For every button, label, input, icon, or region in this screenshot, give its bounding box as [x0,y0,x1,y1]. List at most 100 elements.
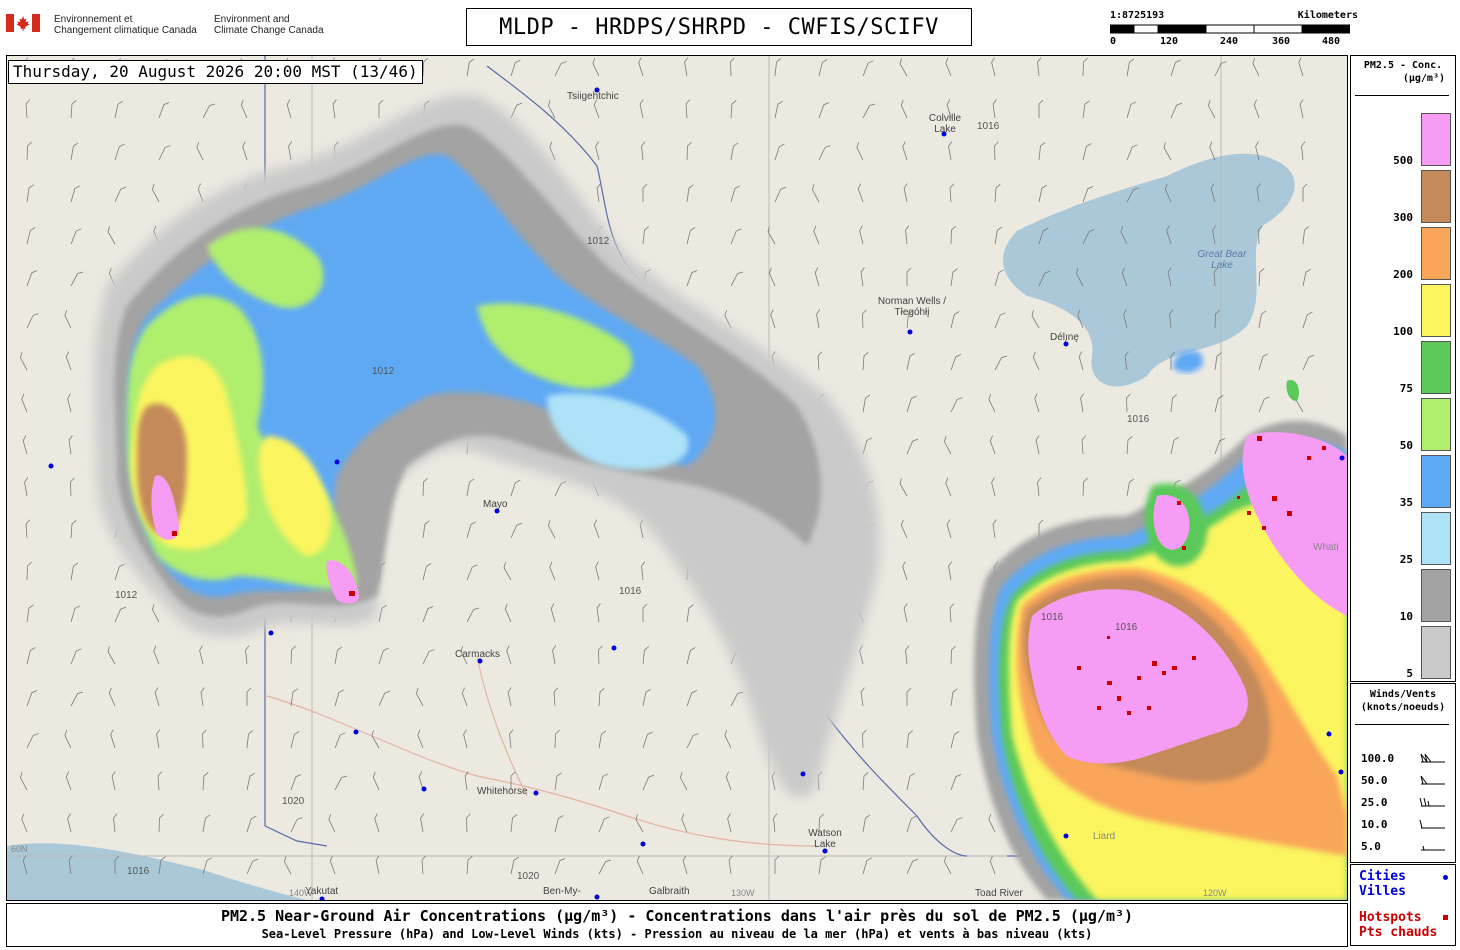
legend-label-10: 10 [1399,610,1413,623]
winds-legend-title: Winds/Vents (knots/noeuds) [1351,688,1455,714]
map-layers [7,56,1347,900]
agency-name-en: Environment and Climate Change Canada [214,14,324,36]
agency-en-line1: Environment and [214,14,290,25]
legend-swatch-300 [1421,170,1451,223]
model-title: MLDP - HRDPS/SHRPD - CWFIS/SCIFV [466,8,972,46]
place-label: Galbraith [649,886,690,897]
forecast-timestamp: Thursday, 20 August 2026 20:00 MST (13/4… [8,60,423,84]
meridian-label: 120W [1203,888,1227,898]
legend-swatch-5 [1421,626,1451,679]
pm25-legend: PM2.5 - Conc. (µg/m³) 500 300 200 100 75 50 35… [1350,55,1456,682]
legend-swatch-10 [1421,569,1451,622]
legend-swatch-200 [1421,227,1451,280]
scale-tick-3: 360 [1272,36,1291,47]
place-label: Tsiigehtchic [567,91,619,102]
winds-title-line2: (knots/noeuds) [1360,702,1446,713]
meridian-label: 130W [731,888,755,898]
legend-swatch-25 [1421,512,1451,565]
wind-speed-label: 50.0 [1361,774,1388,787]
map-caption: PM2.5 Near-Ground Air Concentrations (µg… [6,903,1348,947]
parallel-label: 60N [11,844,28,854]
legend-divider [1355,95,1449,96]
place-label: Norman Wells / Tłegóhłį [877,296,947,318]
markers-legend: Cities Villes Hotspots Pts chauds [1350,864,1456,946]
hotspot-square-icon [1443,915,1448,920]
map-canvas[interactable]: Tsiigehtchic Colville Lake Norman Wells … [6,55,1348,901]
legend-swatch-100 [1421,284,1451,337]
isobar-label: 1012 [372,366,395,377]
scale-tick-2: 240 [1220,36,1239,47]
isobar-label: 1012 [115,590,138,601]
place-label: Liard [1093,831,1116,842]
scale-tick-0: 0 [1110,36,1117,47]
agency-name-fr: Environnement et Changement climatique C… [54,14,197,36]
agency-fr-line1: Environnement et [54,14,133,25]
wind-speed-label: 5.0 [1361,840,1381,853]
legend-label-200: 200 [1393,268,1413,281]
place-label: Whitehorse [477,786,528,797]
isobar-label: 1016 [1041,612,1064,623]
winds-legend: Winds/Vents (knots/noeuds) 100.0 50.0 25… [1350,683,1456,863]
isobar-label: 1012 [587,236,610,247]
city-dot-icon [1443,875,1448,880]
hotspots-legend-label-fr: Pts chauds [1359,925,1438,940]
caption-line2: Sea-Level Pressure (hPa) and Low-Level W… [261,927,1093,941]
cities-legend-label-en: Cities [1359,869,1406,884]
legend-swatch-500 [1421,113,1451,166]
scale-tick-1: 120 [1160,36,1179,47]
legend-label-5: 5 [1406,667,1413,680]
place-label: Mayo [483,499,508,510]
scale-bar: 1:8725193 Kilometers 0 120 240 360 480 [1110,10,1358,50]
place-label: Ben-My- [543,886,581,897]
canada-flag-icon [6,14,40,32]
wind-row-5: 5.0 [1361,840,1381,853]
meridian-label: 140W [289,888,313,898]
isobar-label: 1016 [1127,414,1150,425]
lake-label: Great Bear Lake [1197,249,1247,271]
wind-row-100: 100.0 [1361,752,1394,765]
legend-swatch-50 [1421,398,1451,451]
wind-row-10: 10.0 [1361,818,1388,831]
isobar-label: 1016 [1115,622,1138,633]
agency-en-line2: Climate Change Canada [214,25,324,36]
wind-speed-label: 25.0 [1361,796,1388,809]
agency-fr-line2: Changement climatique Canada [54,25,197,36]
isobar-label: 1016 [619,586,642,597]
legend-label-100: 100 [1393,325,1413,338]
isobar-label: 1016 [977,121,1000,132]
wind-row-25: 25.0 [1361,796,1388,809]
place-label: Délı̨nę [1050,332,1079,343]
isobar-label: 1020 [282,796,305,807]
wind-row-50: 50.0 [1361,774,1388,787]
legend-title-line1: PM2.5 - Conc. [1363,60,1443,71]
legend-label-25: 25 [1399,553,1413,566]
place-label: Whati [1313,542,1339,553]
place-label: Watson Lake [808,828,842,850]
isobar-label: 1020 [517,871,540,882]
scale-tick-4: 480 [1322,36,1341,47]
wind-speed-label: 100.0 [1361,752,1395,765]
legend-title: PM2.5 - Conc. (µg/m³) [1351,59,1455,85]
legend-label-300: 300 [1393,211,1413,224]
wind-barb-icons [1419,753,1445,851]
caption-line1: PM2.5 Near-Ground Air Concentrations (µg… [220,907,1134,925]
legend-unit: (µg/m³) [1402,73,1445,84]
place-label: Toad River [975,888,1023,899]
cities-legend-label-fr: Villes [1359,884,1406,899]
wind-speed-label: 10.0 [1361,818,1388,831]
legend-swatch-35 [1421,455,1451,508]
legend-label-35: 35 [1399,496,1413,509]
isobar-label: 1016 [127,866,150,877]
winds-divider [1355,724,1449,725]
scale-bar-graphic [1110,24,1350,34]
legend-swatch-75 [1421,341,1451,394]
winds-title-line1: Winds/Vents [1369,689,1437,700]
scale-ratio: 1:8725193 [1110,10,1165,21]
legend-label-500: 500 [1393,154,1413,167]
scale-unit: Kilometers [1297,10,1358,21]
legend-label-75: 75 [1399,382,1413,395]
hotspots-legend-label-en: Hotspots [1359,910,1422,925]
place-label: Colville Lake [928,113,962,135]
place-label: Carmacks [455,649,501,660]
legend-label-50: 50 [1399,439,1413,452]
